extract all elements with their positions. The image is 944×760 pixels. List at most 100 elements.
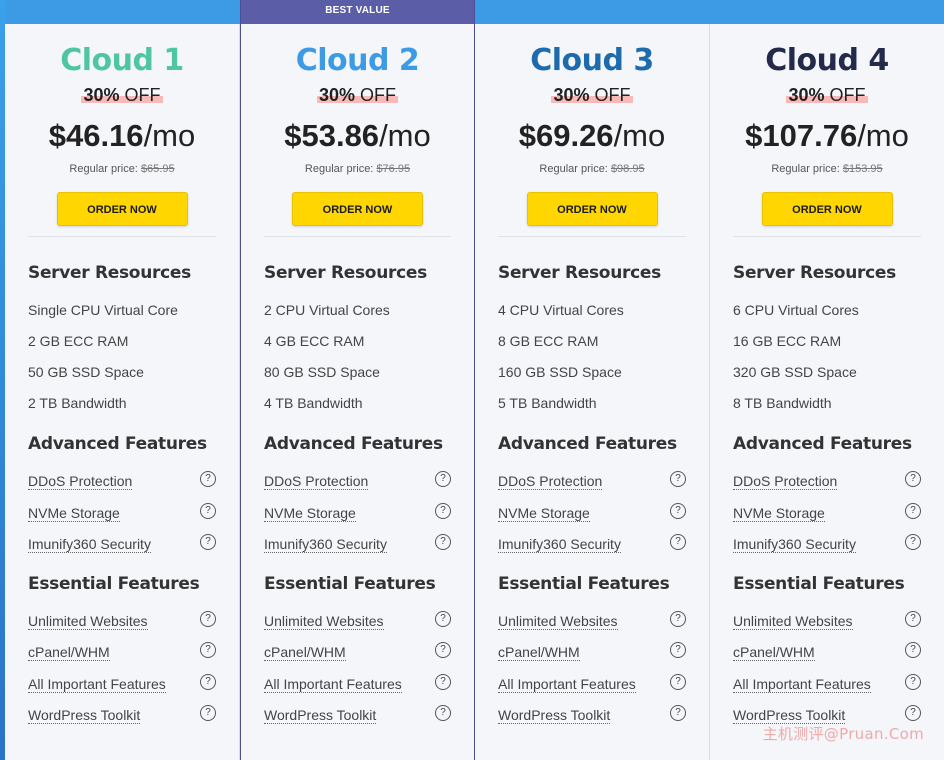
regular-price-value: $65.95 (140, 163, 175, 175)
feature-label[interactable]: NVMe Storage (733, 504, 825, 522)
feature-label[interactable]: All Important Features (733, 675, 871, 693)
feature-label[interactable]: All Important Features (264, 675, 402, 693)
help-icon[interactable]: ? (435, 705, 451, 721)
feature-label[interactable]: Imunify360 Security (498, 536, 621, 553)
help-icon[interactable]: ? (435, 642, 451, 658)
feature-item: Unlimited Websites? (28, 610, 216, 643)
help-icon[interactable]: ? (200, 705, 216, 721)
help-icon[interactable]: ? (435, 673, 451, 690)
feature-label[interactable]: DDoS Protection (733, 473, 838, 490)
advanced-features-heading: Advanced Features (733, 434, 912, 454)
order-now-button[interactable]: ORDER NOW (56, 192, 188, 226)
feature-label[interactable]: All Important Features (498, 675, 636, 693)
discount-highlight: 30% OFF (316, 85, 399, 105)
regular-price-value: $98.95 (610, 163, 645, 175)
feature-item: WordPress Toolkit? (264, 705, 451, 737)
help-icon[interactable]: ? (670, 673, 686, 690)
feature-label[interactable]: DDoS Protection (28, 473, 133, 490)
help-icon[interactable]: ? (200, 642, 216, 658)
discount: 30% OFF (264, 83, 451, 107)
help-icon[interactable]: ? (200, 534, 216, 550)
divider (498, 236, 686, 237)
help-icon[interactable]: ? (200, 471, 216, 487)
feature-label[interactable]: cPanel/WHM (28, 644, 110, 661)
feature-label[interactable]: WordPress Toolkit (28, 707, 141, 724)
regular-price: Regular price: $153.95 (733, 163, 921, 177)
feature-label[interactable]: DDoS Protection (264, 473, 369, 490)
feature-label[interactable]: cPanel/WHM (264, 644, 346, 661)
help-icon[interactable]: ? (670, 610, 686, 627)
discount-off-label: OFF (594, 85, 631, 105)
resource-item: 4 GB ECC RAM (264, 333, 365, 349)
feature-label[interactable]: cPanel/WHM (498, 644, 580, 661)
help-icon[interactable]: ? (905, 705, 921, 721)
discount: 30% OFF (733, 83, 921, 107)
help-icon[interactable]: ? (200, 673, 216, 690)
order-now-button[interactable]: ORDER NOW (761, 192, 893, 226)
help-icon[interactable]: ? (200, 610, 216, 627)
order-now-button[interactable]: ORDER NOW (292, 192, 423, 226)
feature-label[interactable]: NVMe Storage (264, 504, 356, 522)
feature-item: NVMe Storage? (733, 502, 921, 535)
feature-label[interactable]: cPanel/WHM (733, 644, 815, 661)
help-icon[interactable]: ? (905, 471, 921, 487)
essential-features-list: Unlimited Websites? cPanel/WHM? All Import… (28, 610, 216, 737)
order-now-button[interactable]: ORDER NOW (526, 192, 658, 226)
feature-label[interactable]: WordPress Toolkit (733, 707, 846, 724)
resource-item: 4 TB Bandwidth (264, 395, 363, 411)
server-resources-heading: Server Resources (733, 263, 896, 283)
feature-item: All Important Features? (264, 673, 451, 706)
feature-item: Imunify360 Security? (733, 534, 921, 566)
feature-label[interactable]: Imunify360 Security (264, 536, 387, 553)
help-icon[interactable]: ? (905, 502, 921, 519)
discount: 30% OFF (28, 83, 216, 107)
feature-label[interactable]: Imunify360 Security (28, 536, 151, 553)
feature-label[interactable]: All Important Features (28, 675, 166, 693)
help-icon[interactable]: ? (905, 534, 921, 550)
help-icon[interactable]: ? (905, 673, 921, 690)
help-icon[interactable]: ? (905, 642, 921, 658)
help-icon[interactable]: ? (905, 610, 921, 627)
feature-label[interactable]: Imunify360 Security (733, 536, 856, 553)
discount: 30% OFF (498, 83, 686, 107)
help-icon[interactable]: ? (670, 534, 686, 550)
plan-name: Cloud 1 (60, 43, 184, 78)
resource-item: 2 CPU Virtual Cores (264, 302, 390, 318)
server-resources-list: 4 CPU Virtual Cores 8 GB ECC RAM 160 GB SS… (498, 300, 686, 424)
help-icon[interactable]: ? (670, 705, 686, 721)
discount-percent: 30% (83, 85, 120, 105)
feature-item: Imunify360 Security? (28, 534, 216, 566)
essential-features-heading: Essential Features (264, 573, 436, 594)
price: $69.26/mo (498, 117, 686, 155)
server-resources-heading: Server Resources (498, 263, 661, 283)
help-icon[interactable]: ? (200, 502, 216, 519)
help-icon[interactable]: ? (435, 502, 451, 519)
resource-item: 80 GB SSD Space (264, 364, 380, 380)
regular-price: Regular price: $65.95 (28, 163, 216, 177)
feature-item: cPanel/WHM? (498, 642, 686, 674)
feature-label[interactable]: NVMe Storage (498, 504, 590, 522)
server-resources-list: 2 CPU Virtual Cores 4 GB ECC RAM 80 GB SSD… (264, 300, 451, 424)
feature-label[interactable]: DDoS Protection (498, 473, 603, 490)
feature-label[interactable]: WordPress Toolkit (498, 707, 611, 724)
price-amount: $46.16 (48, 118, 144, 153)
help-icon[interactable]: ? (670, 642, 686, 658)
feature-label[interactable]: Unlimited Websites (733, 612, 853, 630)
help-icon[interactable]: ? (435, 610, 451, 627)
help-icon[interactable]: ? (435, 534, 451, 550)
feature-item: All Important Features? (498, 673, 686, 706)
plan-card-cloud-4: Cloud 4 30% OFF $107.76/mo Regular price: $… (710, 24, 944, 760)
divider (28, 236, 216, 237)
divider (733, 236, 921, 237)
feature-item: Unlimited Websites? (264, 610, 451, 643)
feature-item: DDoS Protection? (733, 471, 921, 503)
feature-label[interactable]: Unlimited Websites (498, 612, 618, 630)
essential-features-list: Unlimited Websites? cPanel/WHM? All Import… (264, 610, 451, 737)
help-icon[interactable]: ? (670, 471, 686, 487)
feature-label[interactable]: Unlimited Websites (264, 612, 384, 630)
feature-label[interactable]: NVMe Storage (28, 504, 120, 522)
help-icon[interactable]: ? (435, 471, 451, 487)
feature-label[interactable]: Unlimited Websites (28, 612, 148, 630)
feature-label[interactable]: WordPress Toolkit (264, 707, 377, 724)
help-icon[interactable]: ? (670, 502, 686, 519)
